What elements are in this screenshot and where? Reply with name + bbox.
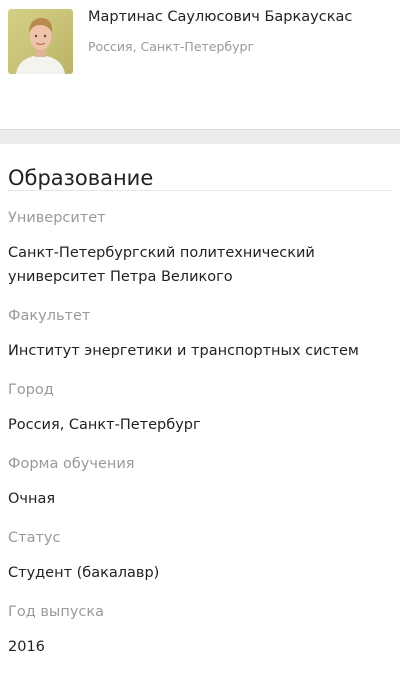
field-value[interactable]: Институт энергетики и транспортных систе… <box>8 339 392 363</box>
field-label: Статус <box>8 530 61 546</box>
field-label: Город <box>8 382 54 398</box>
education-fields: Университет Санкт-Петербургский политехн… <box>8 191 392 659</box>
profile-header: Мартинас Саулюсович Баркаускас Россия, С… <box>0 0 400 129</box>
field-graduation-year: Год выпуска 2016 <box>8 602 392 659</box>
field-university: Университет Санкт-Петербургский политехн… <box>8 208 392 289</box>
avatar[interactable] <box>8 9 73 74</box>
profile-name[interactable]: Мартинас Саулюсович Баркаускас <box>88 9 352 25</box>
section-title: Образование <box>8 166 154 190</box>
field-value: Студент (бакалавр) <box>8 565 160 581</box>
field-value: Очная <box>8 491 56 507</box>
field-label: Форма обучения <box>8 456 135 472</box>
profile-location: Россия, Санкт-Петербург <box>88 39 255 54</box>
education-section: Образование Университет Санкт-Петербургс… <box>0 144 400 659</box>
field-value[interactable]: Санкт-Петербургский политехнический унив… <box>8 241 338 289</box>
field-study-form: Форма обучения Очная <box>8 454 392 511</box>
field-label: Год выпуска <box>8 604 105 620</box>
field-label: Факультет <box>8 308 91 324</box>
field-value[interactable]: Россия, Санкт-Петербург <box>8 413 392 437</box>
field-city: Город Россия, Санкт-Петербург <box>8 380 392 437</box>
user-photo-icon <box>16 18 65 74</box>
field-value: 2016 <box>8 639 45 655</box>
field-label: Университет <box>8 210 106 226</box>
field-faculty: Факультет Институт энергетики и транспор… <box>8 306 392 363</box>
field-status: Статус Студент (бакалавр) <box>8 528 392 585</box>
section-divider <box>0 129 400 144</box>
